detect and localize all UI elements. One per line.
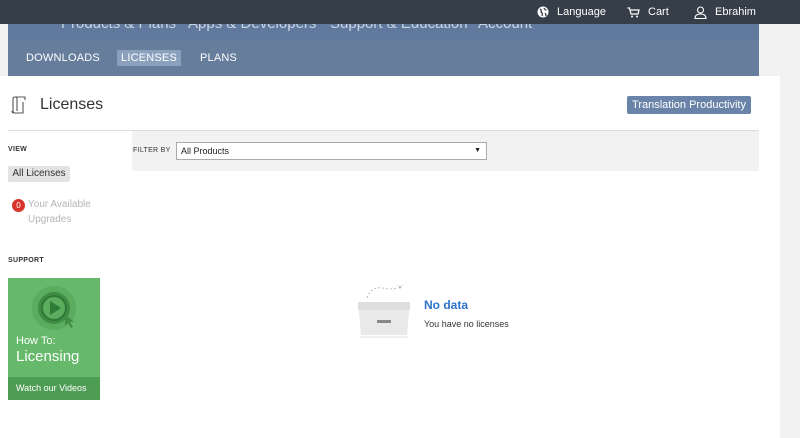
licensing-video-promo[interactable]: How To: Licensing Watch our Videos bbox=[8, 278, 100, 400]
upgrades-label: Your Available Upgrades bbox=[28, 199, 91, 225]
cart-link[interactable]: Cart bbox=[627, 0, 669, 24]
translation-productivity-button[interactable]: Translation Productivity bbox=[627, 96, 751, 114]
no-data-subtitle: You have no licenses bbox=[424, 319, 509, 329]
tab-plans[interactable]: PLANS bbox=[200, 50, 237, 66]
promo-howto: How To: bbox=[16, 335, 56, 347]
cart-label: Cart bbox=[648, 6, 669, 18]
all-licenses-button[interactable]: All Licenses bbox=[8, 166, 70, 182]
nav-apps-developers[interactable]: Apps & Developers bbox=[188, 24, 316, 32]
upgrades-count-badge: 0 bbox=[12, 199, 25, 212]
filter-by-label: FILTER BY bbox=[133, 147, 171, 154]
support-label: SUPPORT bbox=[8, 257, 44, 264]
no-data-title: No data bbox=[424, 298, 469, 312]
user-menu[interactable]: Ebrahim bbox=[694, 0, 756, 24]
empty-box-icon bbox=[358, 285, 410, 338]
tab-downloads[interactable]: DOWNLOADS bbox=[26, 50, 100, 66]
product-filter-value: All Products bbox=[181, 146, 230, 156]
license-scroll-icon bbox=[11, 96, 26, 114]
product-filter-select[interactable]: All Products ▼ bbox=[176, 142, 487, 160]
watch-videos-link[interactable]: Watch our Videos bbox=[8, 377, 100, 400]
play-video-icon bbox=[32, 286, 76, 330]
nav-account[interactable]: Account bbox=[478, 24, 532, 32]
user-icon bbox=[694, 5, 707, 19]
page-title: Licenses bbox=[40, 96, 104, 113]
sub-nav: DOWNLOADS LICENSES PLANS bbox=[8, 40, 759, 76]
nav-products-plans[interactable]: Products & Plans bbox=[61, 24, 176, 32]
globe-icon bbox=[537, 6, 549, 18]
nav-support-education[interactable]: Support & Education bbox=[330, 24, 468, 32]
language-menu[interactable]: Language bbox=[537, 0, 606, 24]
view-label: VIEW bbox=[8, 146, 28, 153]
top-bar: Language Cart Ebrahim bbox=[0, 0, 800, 24]
dropdown-arrow-icon: ▼ bbox=[474, 147, 481, 154]
available-upgrades-link[interactable]: 0 Your Available Upgrades bbox=[8, 196, 118, 226]
tab-licenses[interactable]: LICENSES bbox=[117, 50, 182, 66]
language-label: Language bbox=[557, 6, 606, 18]
promo-licensing: Licensing bbox=[16, 348, 80, 365]
user-name: Ebrahim bbox=[715, 6, 756, 18]
cart-icon bbox=[627, 6, 640, 17]
main-nav: Products & Plans Apps & Developers Suppo… bbox=[8, 24, 759, 40]
